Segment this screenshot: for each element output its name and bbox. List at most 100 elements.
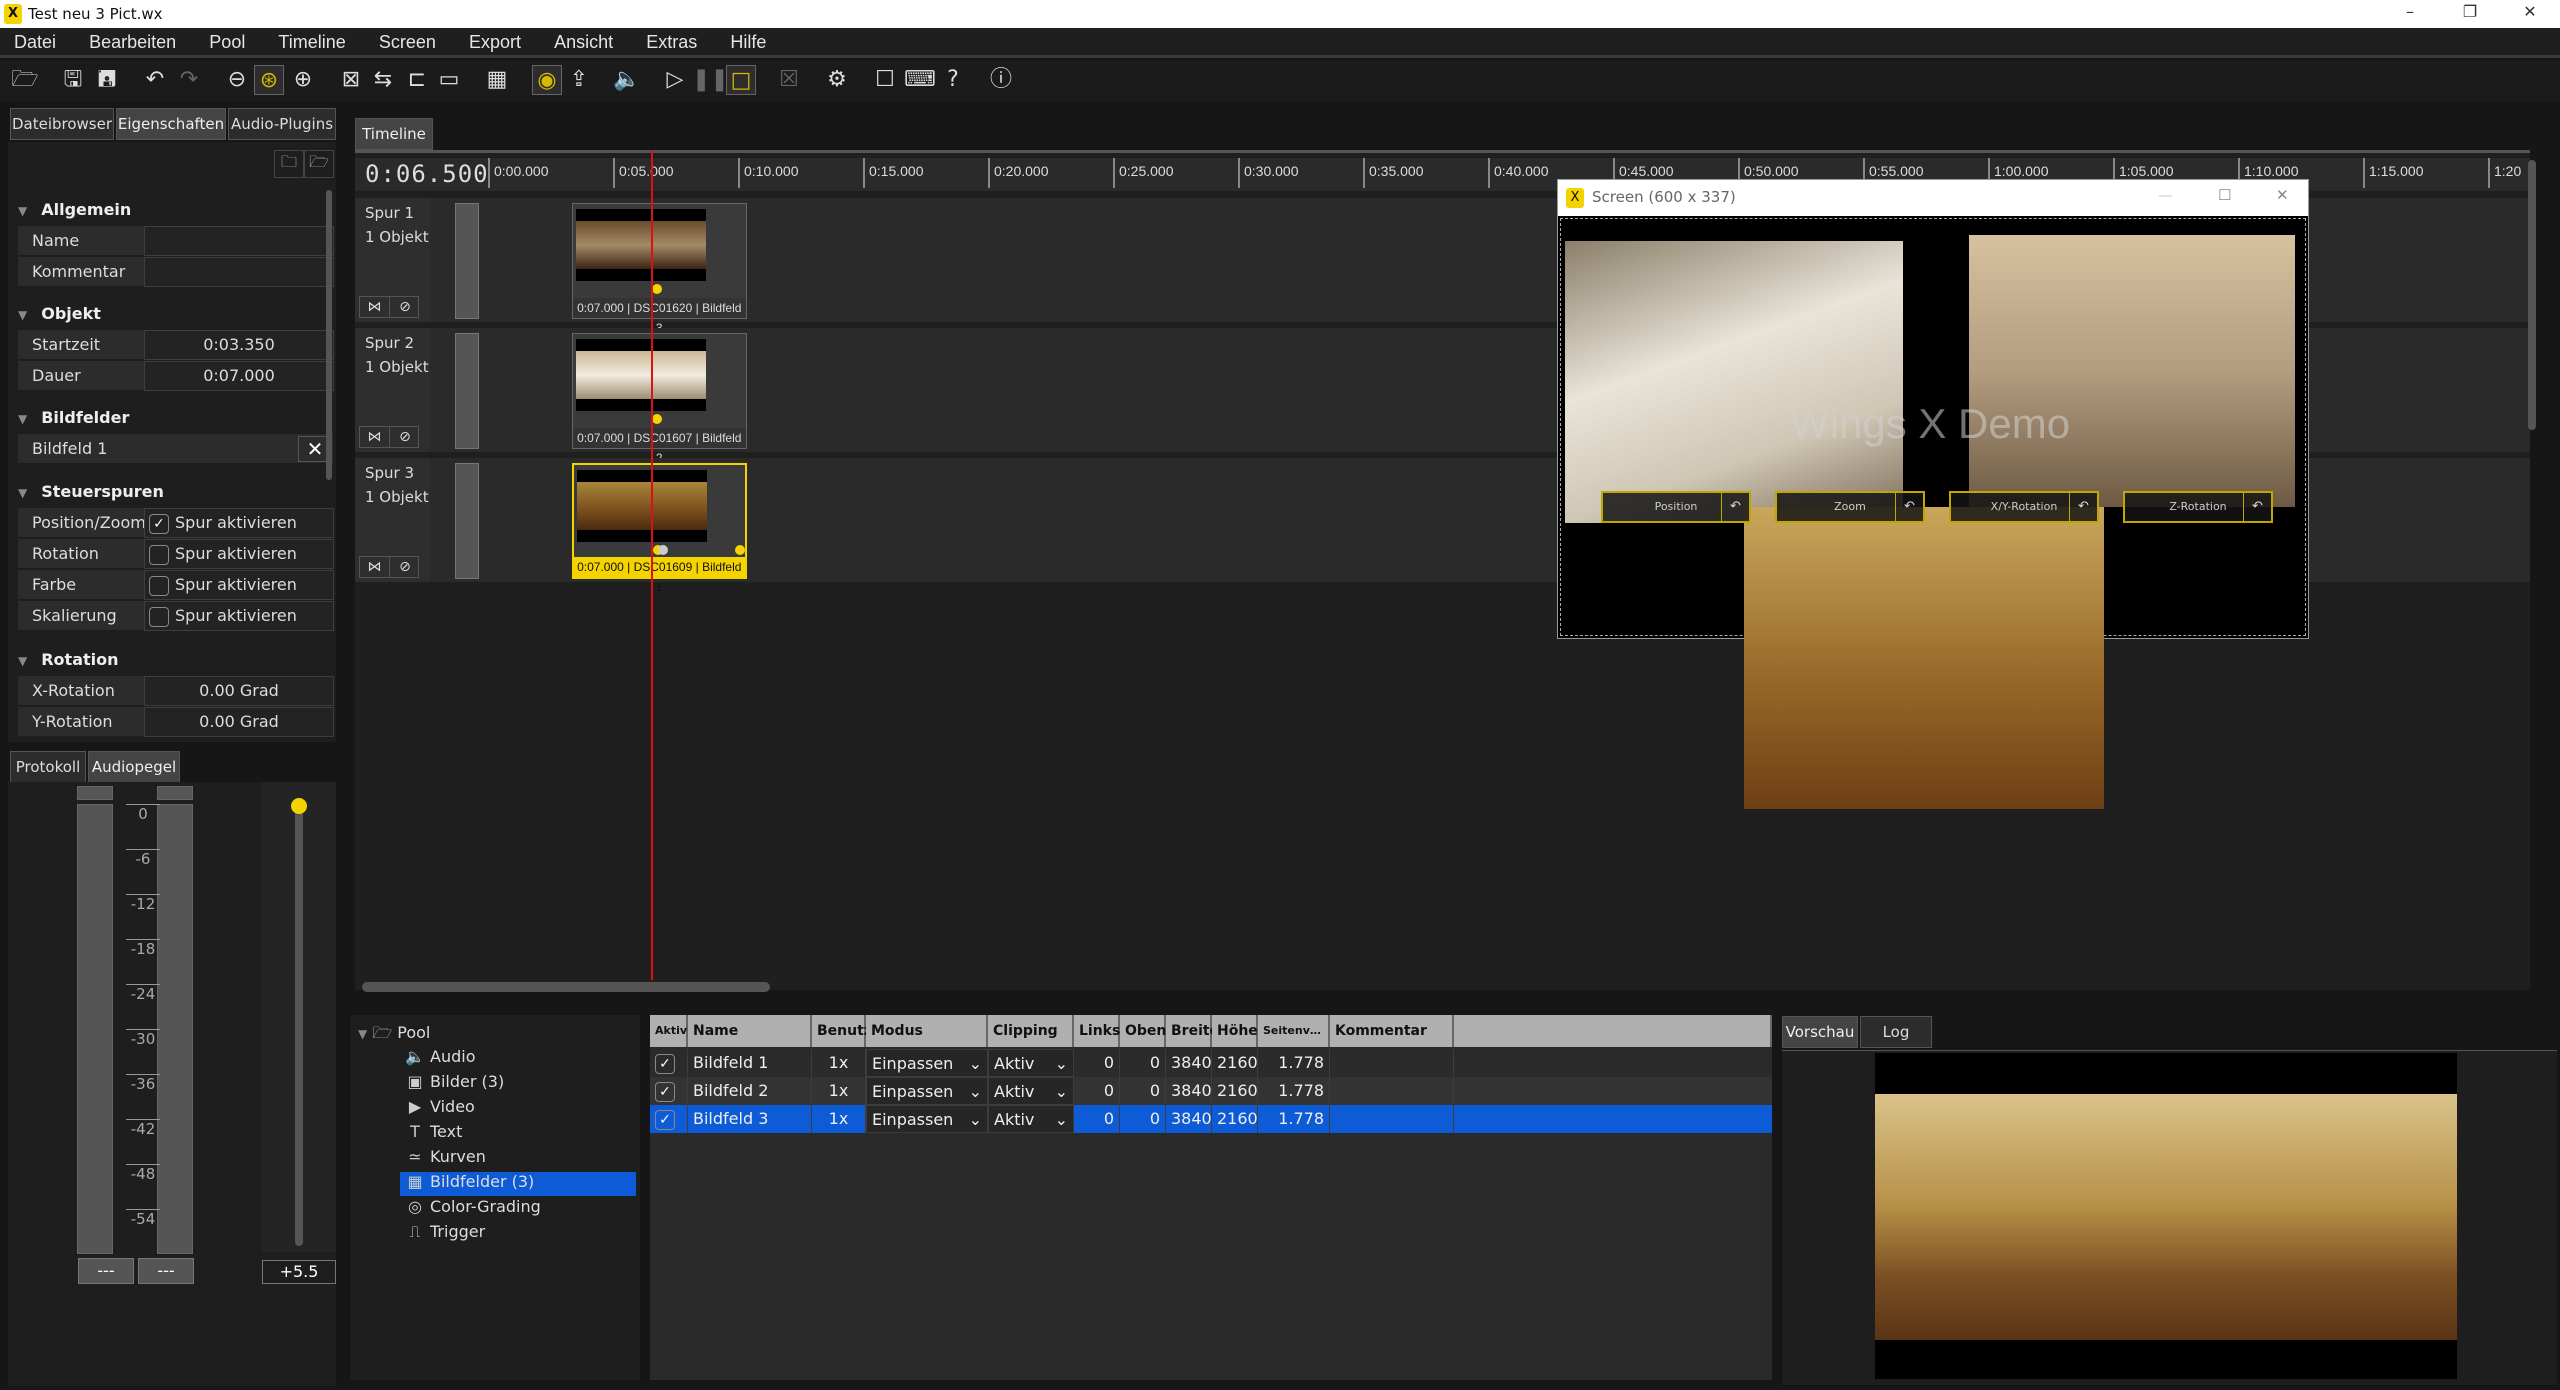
section-steuerspuren[interactable]: ▼ Steuerspuren xyxy=(18,482,164,501)
table-row[interactable]: ✓ Bildfeld 1 1x Einpassen ⌄ Aktiv ⌄ 0 0 3840 216… xyxy=(650,1049,1772,1077)
column-header[interactable]: Höhe xyxy=(1212,1015,1258,1047)
bildfeld-image-salon[interactable] xyxy=(1744,507,2104,809)
redo-icon[interactable]: ↷ xyxy=(174,65,204,95)
modus-dropdown[interactable]: Einpassen ⌄ xyxy=(866,1049,988,1077)
section-bildfelder[interactable]: ▼ Bildfelder xyxy=(18,408,129,427)
section-objekt[interactable]: ▼ Objekt xyxy=(18,304,101,323)
pool-item[interactable]: 🔈 Audio xyxy=(400,1047,636,1071)
rotation-checkbox[interactable] xyxy=(149,544,169,565)
name-field[interactable] xyxy=(144,226,334,256)
menu-timeline[interactable]: Timeline xyxy=(264,28,359,58)
tab-protokoll[interactable]: Protokoll xyxy=(10,751,86,783)
column-header[interactable]: Modus xyxy=(866,1015,988,1047)
keyframe[interactable] xyxy=(657,545,668,555)
reset-icon[interactable]: ↶ xyxy=(1721,493,1749,521)
pool-item[interactable]: ▦ Bildfelder (3) xyxy=(400,1172,636,1196)
clipping-dropdown[interactable]: Aktiv ⌄ xyxy=(988,1077,1074,1105)
tab-timeline[interactable]: Timeline xyxy=(355,118,433,150)
column-header[interactable]: Clipping xyxy=(988,1015,1074,1047)
dauer-field[interactable]: 0:07.000 xyxy=(144,361,334,391)
left-peak-readout[interactable]: --- xyxy=(78,1258,134,1284)
timeline-clip[interactable]: 0:07.000 | DSC01620 | Bildfeld 3 xyxy=(571,203,747,335)
mute-track-icon[interactable]: ⊘ xyxy=(390,297,420,317)
clipping-dropdown[interactable]: Aktiv ⌄ xyxy=(988,1105,1074,1133)
info-icon[interactable]: ⓘ xyxy=(986,65,1016,95)
undo-icon[interactable]: ↶ xyxy=(140,65,170,95)
mute-track-icon[interactable]: ⊘ xyxy=(390,557,420,577)
pool-item[interactable]: ◎ Color-Grading xyxy=(400,1197,636,1221)
menu-hilfe[interactable]: Hilfe xyxy=(716,28,780,58)
track-handle[interactable] xyxy=(455,463,479,579)
tab-log[interactable]: Log xyxy=(1860,1016,1932,1048)
reset-icon[interactable]: ↶ xyxy=(1895,493,1923,521)
menu-export[interactable]: Export xyxy=(455,28,535,58)
overlay-zoom-button[interactable]: Zoom ↶ xyxy=(1775,491,1925,523)
help-icon[interactable]: ? xyxy=(938,65,968,95)
farbe-checkbox[interactable] xyxy=(149,575,169,596)
position-zoom-checkbox[interactable]: ✓ xyxy=(149,513,169,534)
keyframe[interactable] xyxy=(651,414,662,424)
transition-icon[interactable]: ⋈ xyxy=(360,557,390,577)
settings-icon[interactable]: ⚙ xyxy=(822,65,852,95)
tab-audiopegel[interactable]: Audiopegel xyxy=(88,751,180,783)
pool-item[interactable]: ▶ Video xyxy=(400,1097,636,1121)
playhead[interactable] xyxy=(650,150,653,980)
reset-icon[interactable]: ↶ xyxy=(2243,493,2271,521)
pool-item[interactable]: ⎍ Trigger xyxy=(400,1222,636,1246)
pool-item[interactable]: ▣ Bilder (3) xyxy=(400,1072,636,1096)
kommentar-field[interactable] xyxy=(144,257,334,287)
play-icon[interactable]: ▷ xyxy=(660,65,690,95)
timeline-clip[interactable]: 0:07.000 | DSC01609 | Bildfeld 1 xyxy=(571,463,747,594)
keyframe[interactable] xyxy=(734,545,745,555)
column-header[interactable]: Benutzt xyxy=(812,1015,879,1047)
gain-slider[interactable] xyxy=(295,806,303,1246)
close-button[interactable]: ✕ xyxy=(2510,2,2550,26)
overlay-x-y-rotation-button[interactable]: X/Y-Rotation ↶ xyxy=(1949,491,2099,523)
table-row[interactable]: ✓ Bildfeld 2 1x Einpassen ⌄ Aktiv ⌄ 0 0 3840 216… xyxy=(650,1077,1772,1105)
aktiv-checkbox[interactable]: ✓ xyxy=(655,1081,675,1102)
clipping-dropdown[interactable]: Aktiv ⌄ xyxy=(988,1049,1074,1077)
modus-dropdown[interactable]: Einpassen ⌄ xyxy=(866,1077,988,1105)
zoom-fit-icon[interactable]: ⊛ xyxy=(254,65,284,95)
column-header[interactable]: Aktiv xyxy=(650,1015,688,1047)
keyframe[interactable] xyxy=(651,284,662,294)
save-as-icon[interactable]: 🖪 xyxy=(92,65,122,95)
open-folder-icon[interactable]: 🗁 xyxy=(10,65,40,95)
minimize-button[interactable]: – xyxy=(2390,2,2430,26)
pool-root[interactable]: ▼ 🗁 Pool xyxy=(358,1022,430,1049)
transition-icon[interactable]: ⋈ xyxy=(360,297,390,317)
table-row[interactable]: ✓ Bildfeld 3 1x Einpassen ⌄ Aktiv ⌄ 0 0 3840 216… xyxy=(650,1105,1772,1133)
save-icon[interactable]: 🖫 xyxy=(58,65,88,95)
zoom-out-icon[interactable]: ⊖ xyxy=(222,65,252,95)
aktiv-checkbox[interactable]: ✓ xyxy=(655,1109,675,1130)
maximize-button[interactable]: ☐ xyxy=(2218,186,2231,204)
track-handle[interactable] xyxy=(455,333,479,449)
magnet-icon[interactable]: ⊏ xyxy=(402,65,432,95)
section-rotation[interactable]: ▼ Rotation xyxy=(18,650,119,669)
y-rotation-field[interactable]: 0.00 Grad xyxy=(144,707,334,737)
modus-dropdown[interactable]: Einpassen ⌄ xyxy=(866,1105,988,1133)
export-screen-icon[interactable]: ⇪ xyxy=(564,65,594,95)
reset-icon[interactable]: ↶ xyxy=(2069,493,2097,521)
properties-scrollbar[interactable] xyxy=(326,190,332,480)
menu-datei[interactable]: Datei xyxy=(0,28,70,58)
track-handle[interactable] xyxy=(455,203,479,319)
swap-icon[interactable]: ⇆ xyxy=(368,65,398,95)
grid-icon[interactable]: ▦ xyxy=(482,65,512,95)
column-header[interactable]: Name xyxy=(688,1015,812,1047)
overlay-position-button[interactable]: Position ↶ xyxy=(1601,491,1751,523)
audio-icon[interactable]: 🔈 xyxy=(612,65,642,95)
section-allgemein[interactable]: ▼ Allgemein xyxy=(18,200,131,219)
timeline-horizontal-scrollbar[interactable] xyxy=(362,982,770,992)
tab-eigenschaften[interactable]: Eigenschaften xyxy=(116,108,226,140)
column-header[interactable]: Seitenv… xyxy=(1258,1015,1330,1047)
pool-item[interactable]: T Text xyxy=(400,1122,636,1146)
mute-track-icon[interactable]: ⊘ xyxy=(390,427,420,447)
minimize-button[interactable]: — xyxy=(2158,186,2173,204)
tab-audio-plugins[interactable]: Audio-Plugins xyxy=(228,108,336,140)
close-button[interactable]: ✕ xyxy=(2276,186,2289,204)
restore-button[interactable]: ❐ xyxy=(2450,2,2490,26)
column-header[interactable]: Breite xyxy=(1166,1015,1219,1047)
menu-ansicht[interactable]: Ansicht xyxy=(540,28,627,58)
ruler-icon[interactable]: ▭ xyxy=(434,65,464,95)
